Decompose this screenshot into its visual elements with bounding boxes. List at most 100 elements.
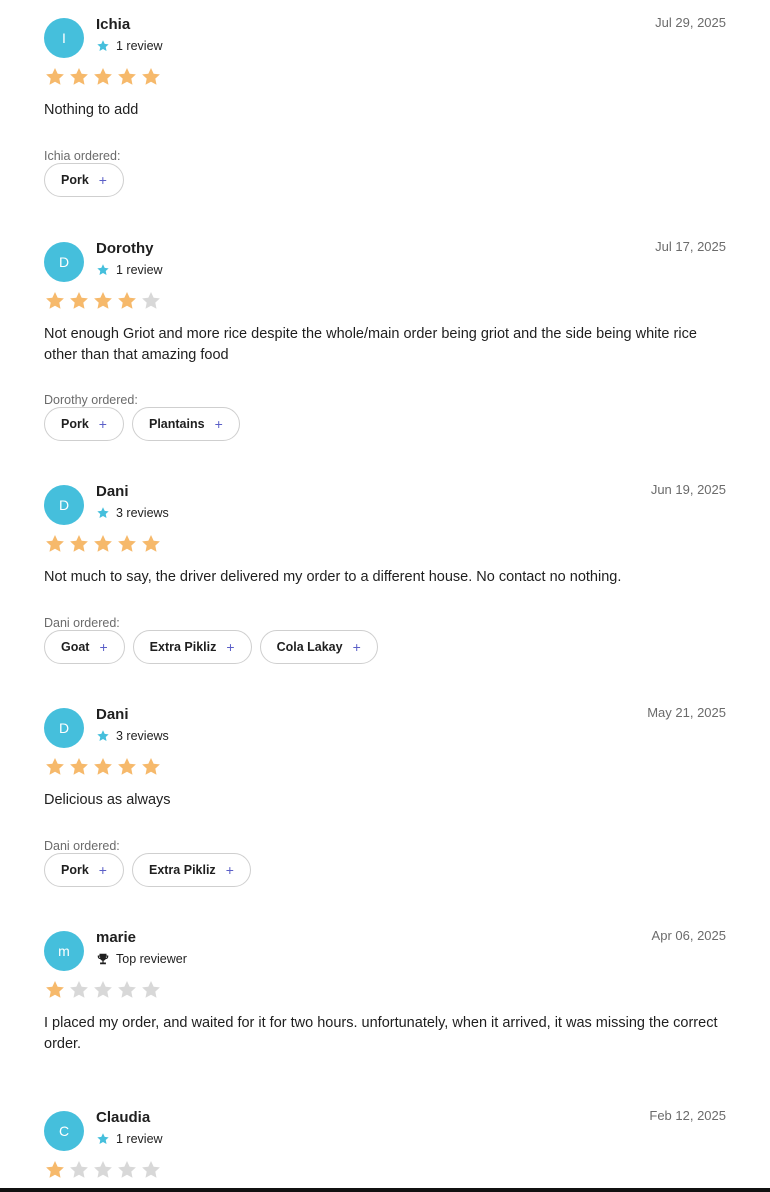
star-empty-icon: [142, 292, 160, 309]
avatar: m: [44, 931, 84, 971]
ordered-item-label: Extra Pikliz: [148, 863, 216, 877]
ordered-item-chip[interactable]: Plantains +: [131, 407, 240, 441]
reviewer-name[interactable]: Claudia: [96, 1109, 150, 1126]
reviewer-name[interactable]: marie: [96, 929, 136, 946]
star-filled-icon: [118, 758, 136, 775]
plus-icon: +: [99, 639, 108, 655]
ordered-item-label: Goat: [61, 640, 90, 654]
ordered-items: Pork + Plantains +: [44, 407, 248, 441]
star-filled-icon: [94, 758, 112, 775]
reviewer-meta-text: 1 review: [116, 39, 163, 53]
star-empty-icon: [70, 1161, 88, 1178]
plus-icon: +: [98, 862, 107, 878]
star-empty-icon: [142, 1161, 160, 1178]
star-filled-icon: [118, 292, 136, 309]
rating-stars: [44, 290, 164, 312]
review-text: Not enough Griot and more rice despite t…: [44, 326, 697, 363]
rating-stars: [44, 756, 164, 778]
review-text: Nothing to add: [44, 102, 139, 118]
star-filled-icon: [70, 292, 88, 309]
plus-icon: +: [98, 172, 107, 188]
rating-stars: [44, 979, 164, 1001]
star-filled-icon: [46, 1161, 64, 1178]
review-date: Apr 06, 2025: [651, 928, 726, 943]
ordered-label: Dorothy ordered:: [44, 393, 138, 407]
reviewer-meta: 3 reviews: [96, 506, 169, 520]
star-filled-icon: [118, 68, 136, 85]
ordered-item-chip[interactable]: Goat +: [44, 630, 125, 664]
star-filled-icon: [118, 535, 136, 552]
star-filled-icon: [46, 981, 64, 998]
ordered-item-label: Pork: [61, 417, 89, 431]
ordered-items: Goat + Extra Pikliz + Cola Lakay +: [44, 630, 386, 664]
ordered-item-chip[interactable]: Extra Pikliz +: [132, 630, 252, 664]
rating-stars: [44, 66, 164, 88]
star-empty-icon: [94, 981, 112, 998]
star-filled-icon: [70, 535, 88, 552]
avatar: D: [44, 242, 84, 282]
ordered-item-chip[interactable]: Cola Lakay +: [259, 630, 378, 664]
review-text: Not much to say, the driver delivered my…: [44, 569, 622, 585]
ordered-label: Ichia ordered:: [44, 149, 121, 163]
star-empty-icon: [118, 981, 136, 998]
star-filled-icon: [46, 758, 64, 775]
reviewer-name[interactable]: Ichia: [96, 16, 130, 33]
reviewer-meta-text: 3 reviews: [116, 729, 169, 743]
plus-icon: +: [352, 639, 361, 655]
star-filled-icon: [70, 68, 88, 85]
star-filled-icon: [46, 292, 64, 309]
review-date: Feb 12, 2025: [649, 1108, 726, 1123]
ordered-item-label: Pork: [61, 863, 89, 877]
reviewer-meta-text: 1 review: [116, 1132, 163, 1146]
reviewer-meta: 1 review: [96, 39, 163, 53]
reviewer-meta-text: 3 reviews: [116, 506, 169, 520]
plus-icon: +: [98, 416, 107, 432]
ordered-item-chip[interactable]: Extra Pikliz +: [131, 853, 251, 887]
star-filled-icon: [46, 535, 64, 552]
reviewer-meta-text: 1 review: [116, 263, 163, 277]
review-text: Delicious as always: [44, 792, 171, 808]
review-date: Jul 17, 2025: [655, 239, 726, 254]
review-date: May 21, 2025: [647, 705, 726, 720]
avatar: D: [44, 485, 84, 525]
star-empty-icon: [70, 981, 88, 998]
ordered-items: Pork +: [44, 163, 132, 197]
ordered-item-chip[interactable]: Pork +: [44, 163, 124, 197]
star-filled-icon: [142, 68, 160, 85]
ordered-item-label: Plantains: [148, 417, 205, 431]
ordered-items: Pork + Extra Pikliz +: [44, 853, 259, 887]
reviewer-name[interactable]: Dani: [96, 706, 129, 723]
plus-icon: +: [214, 416, 223, 432]
ordered-label: Dani ordered:: [44, 839, 120, 853]
plus-icon: +: [225, 862, 234, 878]
star-icon: [97, 1133, 109, 1144]
star-empty-icon: [142, 981, 160, 998]
avatar: C: [44, 1111, 84, 1151]
ordered-label: Dani ordered:: [44, 616, 120, 630]
star-icon: [97, 507, 109, 518]
ordered-item-chip[interactable]: Pork +: [44, 853, 124, 887]
star-filled-icon: [70, 758, 88, 775]
ordered-item-label: Pork: [61, 173, 89, 187]
star-icon: [97, 264, 109, 275]
star-filled-icon: [94, 535, 112, 552]
review-text: I placed my order, and waited for it for…: [44, 1015, 718, 1052]
star-filled-icon: [94, 68, 112, 85]
ordered-item-label: Extra Pikliz: [149, 640, 217, 654]
star-icon: [97, 40, 109, 51]
star-empty-icon: [94, 1161, 112, 1178]
reviewer-name[interactable]: Dorothy: [96, 240, 154, 257]
star-filled-icon: [142, 535, 160, 552]
trophy-icon: [97, 953, 109, 965]
reviewer-name[interactable]: Dani: [96, 483, 129, 500]
star-filled-icon: [142, 758, 160, 775]
avatar: I: [44, 18, 84, 58]
bottom-edge-bar: [0, 1188, 770, 1192]
ordered-item-chip[interactable]: Pork +: [44, 407, 124, 441]
star-icon: [97, 730, 109, 741]
reviewer-meta: Top reviewer: [96, 952, 187, 966]
reviewer-meta: 1 review: [96, 263, 163, 277]
star-filled-icon: [46, 68, 64, 85]
reviewer-meta-text: Top reviewer: [116, 952, 187, 966]
avatar: D: [44, 708, 84, 748]
